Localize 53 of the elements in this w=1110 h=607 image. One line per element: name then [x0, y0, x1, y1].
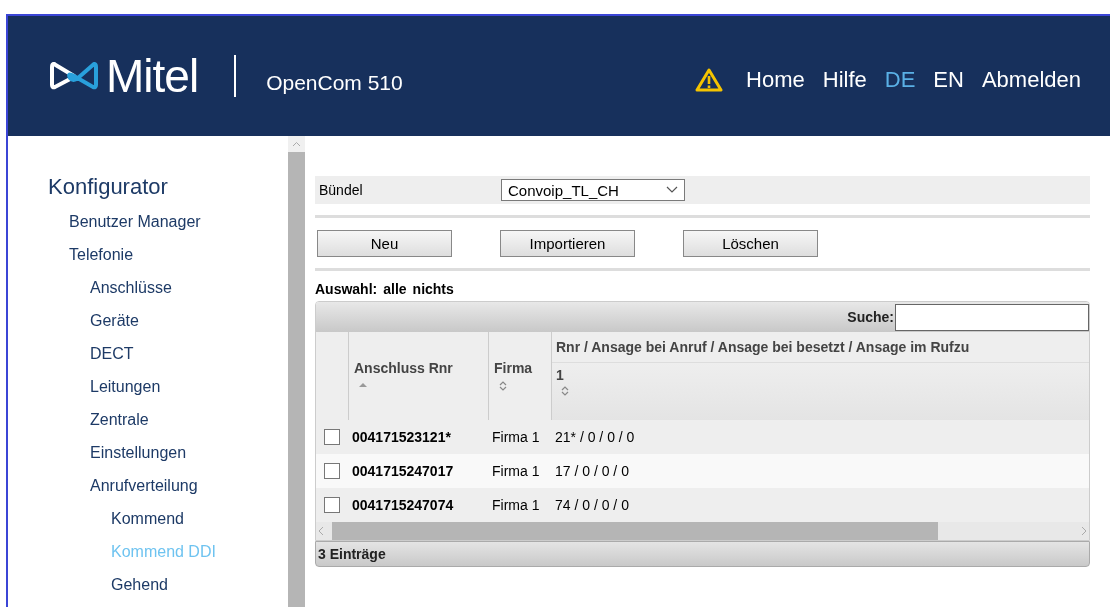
action-button[interactable]: Löschen: [683, 230, 818, 257]
sidebar-item[interactable]: Einstellungen: [90, 443, 187, 476]
sort-icon[interactable]: [560, 385, 570, 397]
logo-text: Mitel: [106, 53, 199, 99]
column-header[interactable]: Firma: [494, 360, 551, 376]
nav-link[interactable]: Abmelden: [972, 67, 1090, 93]
selection-label: Auswahl:: [315, 281, 378, 297]
search-field[interactable]: [895, 303, 1089, 331]
table-cell-text: Firma 1: [491, 429, 540, 445]
nav-link[interactable]: Hilfe: [813, 67, 876, 93]
bundle-dropdown[interactable]: Convoip_TL_CH: [501, 179, 685, 201]
product-name: OpenCom 510: [266, 71, 403, 95]
sidebar-item[interactable]: Benutzer Manager: [69, 212, 201, 245]
table-cell-text: 17 / 0 / 0 / 0: [554, 463, 629, 479]
sidebar-item[interactable]: Anschlüsse: [90, 278, 172, 311]
row-checkbox[interactable]: [324, 429, 340, 445]
entry-count: 3 Einträge: [318, 546, 386, 562]
sidebar-item[interactable]: Telefonie: [69, 245, 134, 278]
table-cell-text: 004171523121*: [351, 429, 451, 445]
scroll-up-icon[interactable]: [292, 141, 301, 147]
action-button[interactable]: Neu: [317, 230, 452, 257]
selection-link[interactable]: nichts: [412, 281, 454, 297]
field-label: Bündel: [319, 182, 364, 198]
scrollbar-thumb[interactable]: [332, 522, 938, 540]
sidebar-item[interactable]: Anrufverteilung: [90, 476, 198, 509]
sort-icon[interactable]: [498, 380, 508, 392]
sidebar-item[interactable]: Leitungen: [90, 377, 161, 410]
sidebar-item[interactable]: DECT: [90, 344, 134, 377]
vertical-scrollbar[interactable]: [288, 136, 305, 607]
table-cell-text: 21* / 0 / 0 / 0: [554, 429, 635, 445]
sidebar-title: Konfigurator: [48, 174, 168, 200]
column-subheader: 1: [556, 367, 565, 383]
sidebar-item[interactable]: Gehend: [111, 575, 168, 607]
nav-link[interactable]: EN: [924, 67, 973, 93]
row-checkbox[interactable]: [324, 463, 340, 479]
table-cell-text: 0041715247074: [351, 497, 454, 513]
table-cell-text: Firma 1: [491, 497, 540, 513]
chevron-down-icon: [666, 186, 678, 194]
column-header[interactable]: Rnr / Ansage bei Anruf / Ansage bei besetzt / Ansage im Rufzu: [556, 339, 970, 355]
warning-icon[interactable]: [695, 68, 724, 92]
table-cell-text: 74 / 0 / 0 / 0: [554, 497, 629, 513]
search-label: Suche:: [847, 309, 894, 325]
action-button[interactable]: Importieren: [500, 230, 635, 257]
table-cell-text: 0041715247017: [351, 463, 454, 479]
nav-link[interactable]: DE: [875, 67, 925, 93]
row-checkbox[interactable]: [324, 497, 340, 513]
table-cell-text: Firma 1: [491, 463, 540, 479]
nav-link[interactable]: Home: [737, 67, 814, 93]
sidebar-item[interactable]: Zentrale: [90, 410, 149, 443]
sidebar-item[interactable]: Kommend: [111, 509, 184, 542]
sidebar-item[interactable]: Geräte: [90, 311, 139, 344]
selection-link[interactable]: alle: [383, 281, 407, 297]
column-header[interactable]: Anschluss Rnr: [354, 360, 488, 376]
